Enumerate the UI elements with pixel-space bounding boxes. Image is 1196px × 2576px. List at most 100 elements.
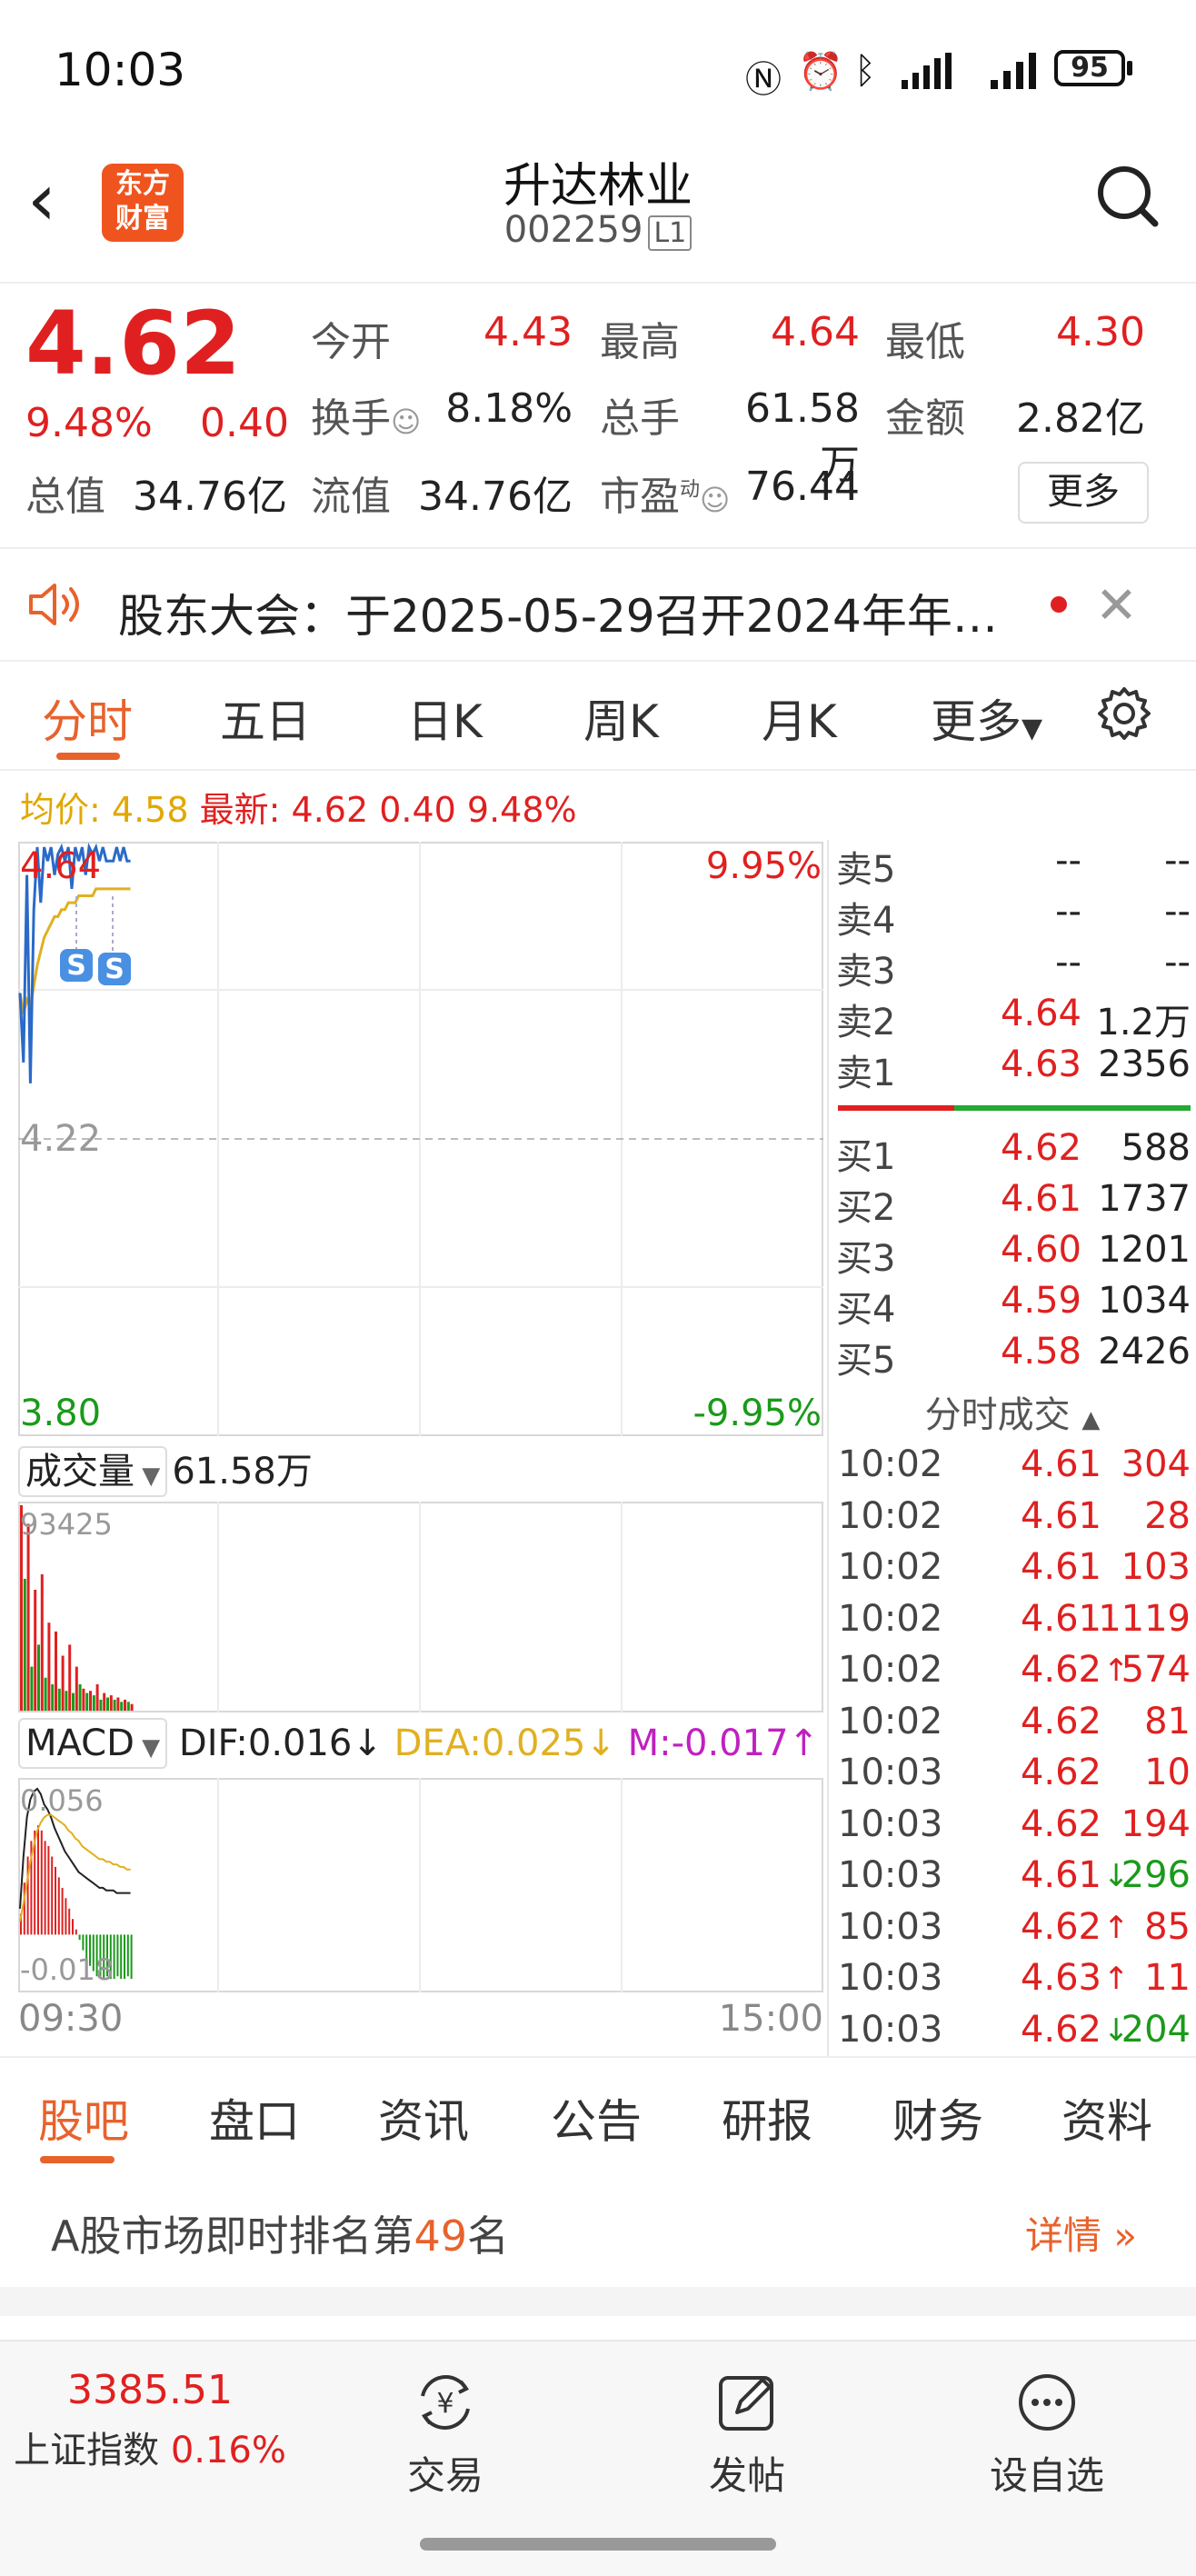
notice-text[interactable]: 股东大会：于2025-05-29召开2024年年度股东大会 [118, 580, 1027, 645]
more-button[interactable]: 更多 [1018, 462, 1149, 524]
section-separator [0, 2287, 1196, 2316]
x-label-start: 09:30 [18, 1998, 124, 2040]
edit-icon [719, 2376, 773, 2431]
volume-bar [92, 1695, 95, 1711]
ask-label: 卖4 [836, 900, 896, 942]
index-widget[interactable]: 3385.51 上证指数 0.16% [0, 2367, 300, 2473]
bid-row: 买3 4.60 1201 [829, 1229, 1196, 1280]
volume-bar [82, 1688, 85, 1711]
stock-code-line: 002259 L1 [0, 209, 1196, 251]
tab-intraday[interactable]: 分时 [42, 685, 133, 751]
home-indicator[interactable] [420, 2538, 776, 2551]
trades-title[interactable]: 分时成交 ▲ [829, 1385, 1196, 1438]
macd-chart[interactable]: 0.056 -0.018 [18, 1778, 823, 1992]
tab-more[interactable]: 更多▼ [931, 685, 1042, 751]
pe-info-icon[interactable]: ☺ [700, 483, 730, 517]
open-value: 4.43 [483, 309, 573, 355]
turnover-value: 8.18% [445, 385, 573, 432]
stock-header: ‹ 东方 财富 升达林业 002259 L1 [0, 136, 1196, 284]
active-tab-indicator [56, 753, 120, 760]
bluetooth-icon: ᛒ [854, 50, 876, 92]
high-value: 4.64 [771, 309, 860, 355]
macd-bar [65, 1898, 67, 1935]
tab-news[interactable]: 资讯 [378, 2085, 469, 2151]
tab-announcements[interactable]: 公告 [551, 2085, 642, 2151]
tab-research[interactable]: 研报 [722, 2085, 812, 2151]
macd-bar [120, 1934, 123, 1980]
search-icon[interactable] [1095, 155, 1159, 236]
trade-row: 10:02 4.62 ↑ 574 [829, 1649, 1196, 1700]
trade-price: 4.61 [1020, 1443, 1101, 1485]
volume-bar [26, 1523, 30, 1711]
volume-indicator-select[interactable]: 成交量 ▼ [18, 1446, 168, 1497]
macd-bar [68, 1908, 71, 1935]
trade-time: 10:02 [838, 1597, 943, 1640]
tab-daily-k[interactable]: 日K [407, 685, 483, 751]
bid-label: 买4 [836, 1289, 896, 1331]
notice-bar[interactable]: 股东大会：于2025-05-29召开2024年年度股东大会 ✕ [0, 549, 1196, 662]
trade-volume: 574 [1121, 1649, 1191, 1691]
ask-volume: -- [1164, 942, 1191, 983]
trade-price: 4.62 [1020, 1752, 1101, 1793]
tab-guba[interactable]: 股吧 [38, 2085, 129, 2151]
latest-value: 4.62 [291, 790, 369, 830]
trade-price: 4.61 [1020, 1597, 1101, 1640]
pe-value: 76.44 [745, 464, 860, 510]
gear-icon[interactable] [1094, 684, 1154, 744]
trade-volume: 1119 [1098, 1597, 1191, 1640]
bid-volume: 1034 [1098, 1280, 1191, 1322]
index-value: 3385.51 [67, 2367, 233, 2413]
tab-five-day[interactable]: 五日 [220, 685, 311, 751]
bid-row: 买5 4.58 2426 [829, 1331, 1196, 1382]
volume-bar [65, 1691, 68, 1711]
bid-price: 4.60 [1000, 1229, 1081, 1271]
tab-pankou[interactable]: 盘口 [209, 2085, 300, 2151]
ask-label: 卖2 [836, 1002, 896, 1043]
trade-row: 10:03 4.62 ↓ 204 [829, 2009, 1196, 2060]
info-icon[interactable]: ☺ [391, 404, 421, 439]
turnover-label-text: 换手 [311, 395, 391, 442]
ask-volume: -- [1164, 891, 1191, 933]
close-icon[interactable]: ✕ [1095, 576, 1138, 635]
bid-row: 买4 4.59 1034 [829, 1280, 1196, 1331]
trade-row: 10:02 4.61 304 [829, 1443, 1196, 1494]
macd-m: M:-0.017↑ [627, 1722, 820, 1764]
battery-level: 95 [1071, 52, 1109, 84]
post-button[interactable]: 发帖 [683, 2369, 811, 2501]
tab-profile[interactable]: 资料 [1061, 2085, 1152, 2151]
unread-dot [1051, 596, 1067, 613]
volume-bar [23, 1578, 26, 1711]
trade-price: 4.62 [1020, 1649, 1101, 1691]
bid-label: 买5 [836, 1340, 896, 1382]
pct-label-top: 9.95% [706, 845, 822, 887]
macd-indicator-select[interactable]: MACD ▼ [18, 1718, 168, 1769]
trade-button[interactable]: ¥ 交易 [382, 2369, 509, 2501]
rank-detail-link[interactable]: 详情 » [1025, 2205, 1137, 2261]
volume-bar [51, 1684, 55, 1711]
add-watchlist-button[interactable]: 设自选 [974, 2369, 1120, 2501]
tab-weekly-k[interactable]: 周K [583, 685, 659, 751]
volume-max-label: 93425 [20, 1507, 113, 1542]
macd-top-label: 0.056 [20, 1783, 104, 1818]
svg-text:¥: ¥ [436, 2388, 453, 2420]
volume-bar [55, 1631, 57, 1711]
trade-volume: 194 [1121, 1802, 1191, 1845]
market-rank-banner[interactable]: A股市场即时排名第49名 详情 » [0, 2167, 1196, 2287]
triangle-up-icon: ▲ [1081, 1406, 1101, 1433]
bid-volume: 2426 [1098, 1331, 1191, 1373]
tab-monthly-k[interactable]: 月K [762, 685, 837, 751]
tab-finance[interactable]: 财务 [892, 2085, 983, 2151]
volume-bar [103, 1692, 106, 1711]
intraday-chart[interactable]: S S 4.64 4.22 3.80 9.95% -9.95% [18, 842, 823, 1436]
volume-chart[interactable]: 93425 [18, 1502, 823, 1712]
rank-suffix: 名 [467, 2212, 510, 2261]
volume-bar [68, 1644, 72, 1711]
macd-bar [75, 1929, 77, 1935]
macd-dif-text: DIF:0.016 [178, 1722, 353, 1764]
bid-label: 买2 [836, 1187, 896, 1229]
macd-bar [126, 1934, 129, 1977]
macd-bar [82, 1934, 85, 1951]
volume-bar [78, 1684, 82, 1711]
macd-dea-text: DEA:0.025 [394, 1722, 586, 1764]
stock-name: 升达林业 [503, 159, 693, 214]
